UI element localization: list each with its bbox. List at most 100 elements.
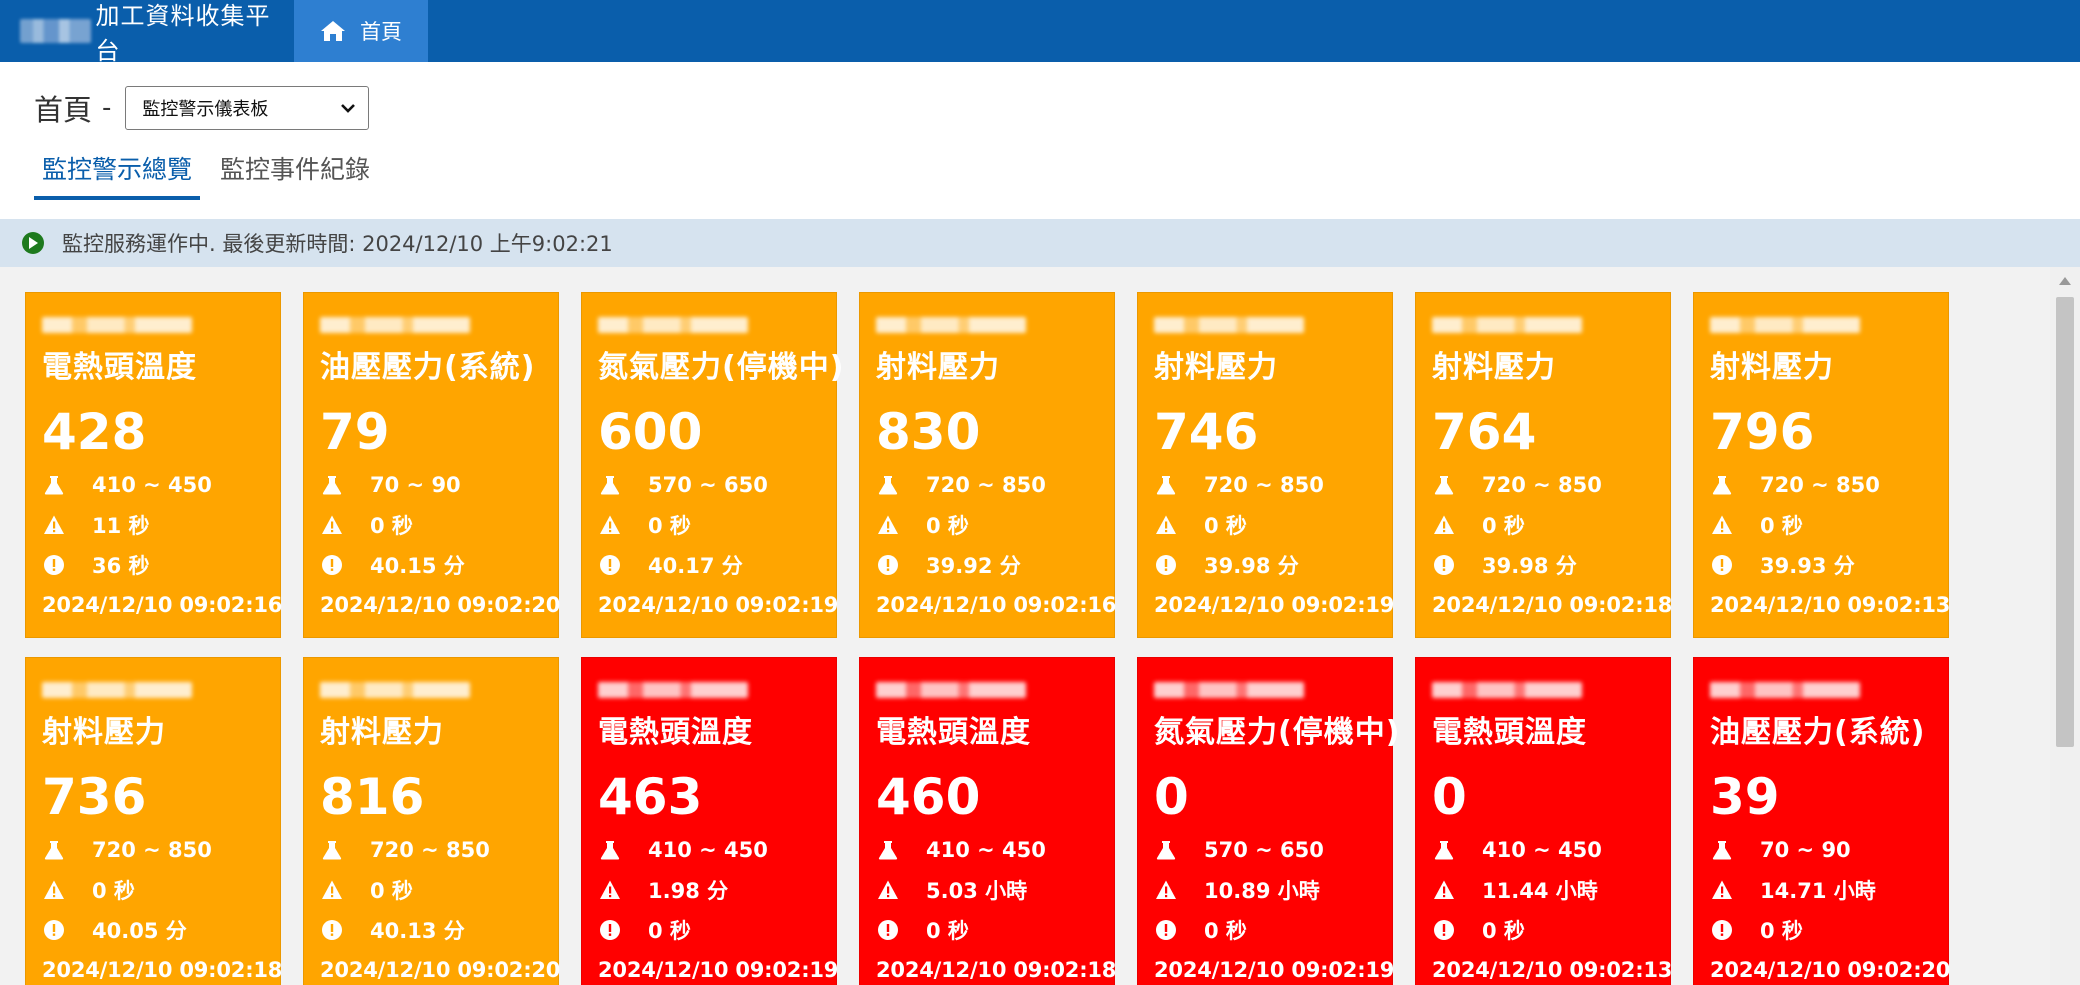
exclamation-circle-icon [320,918,344,942]
tab-event-log[interactable]: 監控事件紀錄 [212,150,378,200]
card-elapsed-row: 39.93 分 [1710,548,1932,582]
card-duration: 14.71 小時 [1760,879,1876,903]
card-range: 410 ~ 450 [1482,838,1602,862]
monitor-card[interactable]: 電熱頭溫度 463 410 ~ 450 1.98 分 0 秒 2024/12/10 09:… [581,657,839,985]
card-timestamp: 2024/12/10 09:02:19 [598,593,839,617]
card-value: 428 [42,403,147,461]
card-range-row: 70 ~ 90 [320,468,542,502]
nav-home-link[interactable]: 首頁 [294,0,428,62]
card-duration-row: 0 秒 [598,508,820,542]
card-range-row: 570 ~ 650 [598,468,820,502]
card-machine-id-blurred [1432,317,1582,333]
monitor-card[interactable]: 氮氣壓力(停機中) 0 570 ~ 650 10.89 小時 0 秒 2024/12/10… [1137,657,1399,985]
card-elapsed: 39.98 分 [1204,554,1299,578]
card-range: 570 ~ 650 [1204,838,1324,862]
chevron-down-icon [341,104,356,113]
card-duration-row: 0 秒 [320,873,542,907]
card-elapsed: 39.93 分 [1760,554,1855,578]
card-elapsed-row: 40.17 分 [598,548,820,582]
card-range-row: 720 ~ 850 [1710,468,1932,502]
card-range: 720 ~ 850 [370,838,490,862]
vertical-scrollbar[interactable] [2050,267,2080,985]
card-duration-row: 0 秒 [1154,508,1376,542]
card-duration: 0 秒 [370,514,413,538]
flask-icon [598,473,622,497]
flask-icon [1154,473,1178,497]
monitor-card[interactable]: 射料壓力 830 720 ~ 850 0 秒 39.92 分 2024/12/10 09:… [859,292,1116,638]
status-bar: 監控服務運作中. 最後更新時間: 2024/12/10 上午9:02:21 [0,219,2080,267]
monitor-card[interactable]: 射料壓力 796 720 ~ 850 0 秒 39.93 分 2024/12/10 09:… [1693,292,1951,638]
card-elapsed: 0 秒 [648,919,691,943]
card-elapsed-row: 40.15 分 [320,548,542,582]
brand-title: 加工資料收集平台 [95,2,271,65]
scroll-up-arrow-icon[interactable] [2059,277,2071,285]
card-title: 射料壓力 [876,350,1000,385]
warning-triangle-icon [876,513,900,537]
exclamation-circle-icon [1432,918,1456,942]
card-elapsed-row: 0 秒 [876,913,1098,947]
card-machine-id-blurred [1154,317,1304,333]
card-duration: 11 秒 [92,514,150,538]
monitor-card[interactable]: 油壓壓力(系統) 39 70 ~ 90 14.71 小時 0 秒 2024/12/10 0… [1693,657,1950,985]
card-duration-row: 10.89 小時 [1154,873,1376,907]
card-timestamp: 2024/12/10 09:02:19 [598,958,839,982]
monitor-card[interactable]: 電熱頭溫度 0 410 ~ 450 11.44 小時 0 秒 2024/12/10 09:… [1415,657,1672,985]
card-machine-id-blurred [598,317,748,333]
card-elapsed: 0 秒 [926,919,969,943]
flask-icon [876,473,900,497]
card-duration-row: 0 秒 [1710,508,1932,542]
card-title: 電熱頭溫度 [598,715,753,750]
tab-alert-overview[interactable]: 監控警示總覽 [34,150,201,200]
card-range-row: 410 ~ 450 [42,468,264,502]
monitor-card[interactable]: 氮氣壓力(停機中) 600 570 ~ 650 0 秒 40.17 分 2024/12/1… [581,292,843,638]
card-range: 410 ~ 450 [92,473,212,497]
monitor-card[interactable]: 射料壓力 746 720 ~ 850 0 秒 39.98 分 2024/12/10 09:… [1137,292,1394,638]
warning-triangle-icon [1154,513,1178,537]
card-machine-id-blurred [42,317,192,333]
card-range-row: 720 ~ 850 [320,833,542,867]
card-elapsed-row: 0 秒 [1154,913,1376,947]
card-value: 736 [42,768,147,826]
warning-triangle-icon [42,878,66,902]
brand[interactable]: 加工資料收集平台 [0,0,294,65]
card-duration: 1.98 分 [648,879,729,903]
card-timestamp: 2024/12/10 09:02:13 [1710,593,1951,617]
scroll-thumb[interactable] [2056,297,2074,747]
brand-logo-blurred [20,19,92,43]
dashboard-select[interactable]: 監控警示儀表板 [125,86,370,130]
page-title-separator: - [102,93,112,123]
monitor-card[interactable]: 射料壓力 736 720 ~ 850 0 秒 40.05 分 2024/12/10 09:… [25,657,283,985]
card-duration: 0 秒 [648,514,691,538]
page-header: 首頁 - 監控警示儀表板 [34,86,370,130]
monitor-card[interactable]: 射料壓力 816 720 ~ 850 0 秒 40.13 分 2024/12/10 09:… [303,657,560,985]
card-range: 720 ~ 850 [926,473,1046,497]
card-duration-row: 1.98 分 [598,873,820,907]
card-range-row: 720 ~ 850 [42,833,264,867]
card-machine-id-blurred [876,317,1026,333]
monitor-card[interactable]: 電熱頭溫度 460 410 ~ 450 5.03 小時 0 秒 2024/12/10 09… [859,657,1117,985]
card-range-row: 570 ~ 650 [1154,833,1376,867]
card-machine-id-blurred [320,317,470,333]
monitor-card[interactable]: 射料壓力 764 720 ~ 850 0 秒 39.98 分 2024/12/10 09:… [1415,292,1672,638]
card-range: 410 ~ 450 [648,838,768,862]
card-value: 460 [876,768,981,826]
card-value: 746 [1154,403,1259,461]
card-timestamp: 2024/12/10 09:02:18 [42,958,283,982]
card-title: 電熱頭溫度 [876,715,1031,750]
monitor-card[interactable]: 電熱頭溫度 428 410 ~ 450 11 秒 36 秒 2024/12/10 09:0… [25,292,282,638]
card-machine-id-blurred [876,682,1026,698]
card-machine-id-blurred [320,682,470,698]
card-value: 816 [320,768,425,826]
card-duration-row: 0 秒 [42,873,264,907]
warning-triangle-icon [876,878,900,902]
card-value: 0 [1432,768,1467,826]
card-range: 720 ~ 850 [1760,473,1880,497]
home-icon [321,21,345,41]
monitor-card[interactable]: 油壓壓力(系統) 79 70 ~ 90 0 秒 40.15 分 2024/12/10 09… [303,292,560,638]
card-duration: 0 秒 [92,879,135,903]
card-range: 570 ~ 650 [648,473,768,497]
card-timestamp: 2024/12/10 09:02:18 [876,958,1117,982]
page-title: 首頁 [34,93,93,127]
card-value: 79 [320,403,390,461]
warning-triangle-icon [320,878,344,902]
